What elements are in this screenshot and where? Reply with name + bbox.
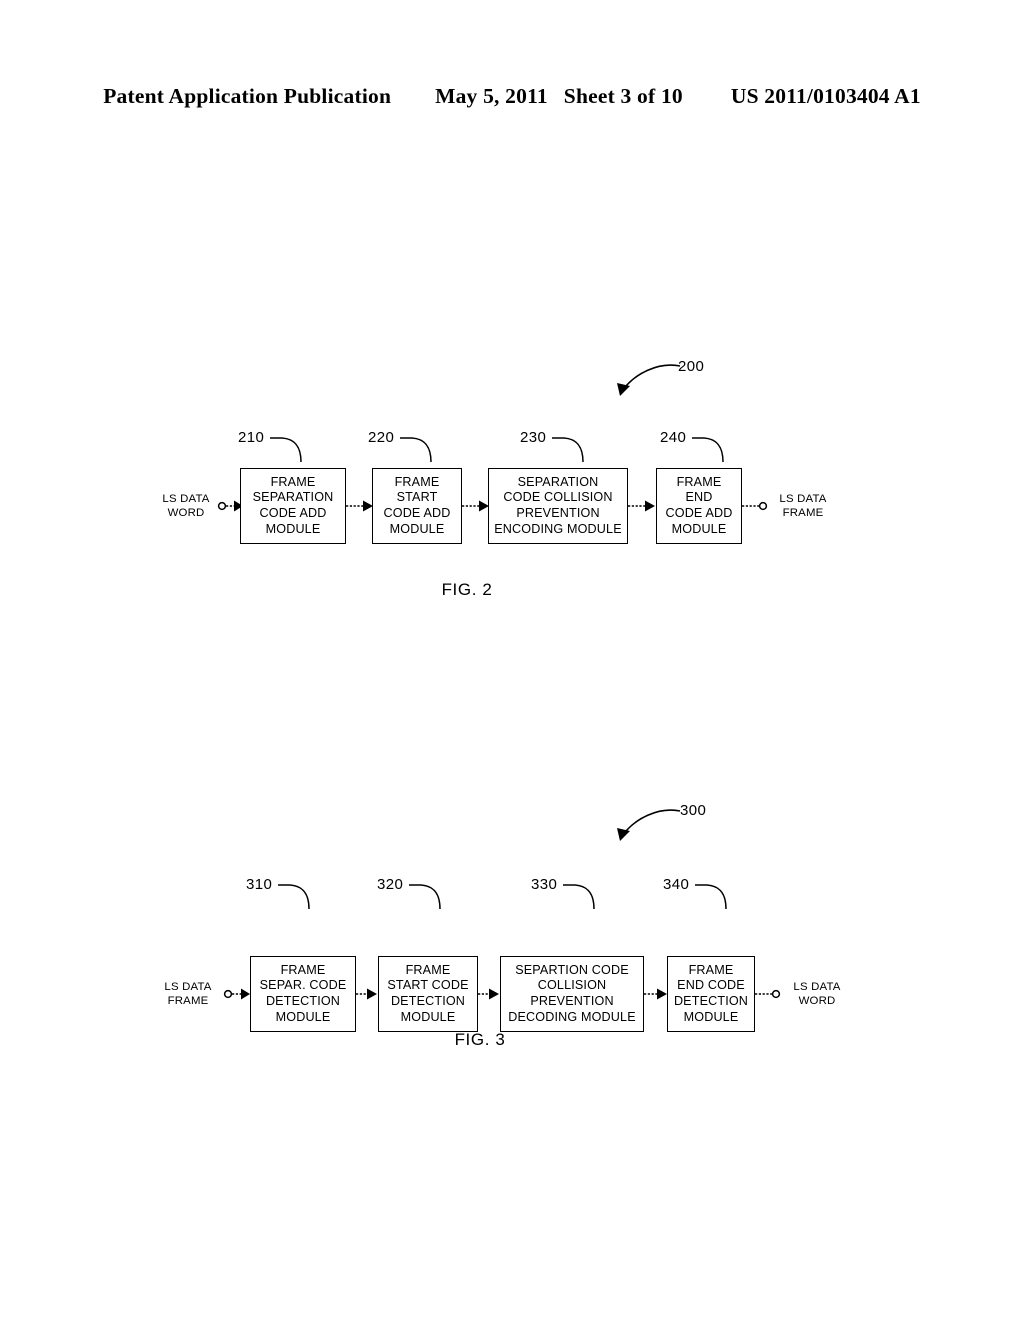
leader-line-310 xyxy=(278,884,310,910)
module-230-line-2: CODE COLLISION xyxy=(503,490,613,505)
leader-line-210 xyxy=(270,437,302,463)
module-230-line-1: SEPARATION xyxy=(517,474,599,489)
header-sheet-number: Sheet 3 of 10 xyxy=(563,84,683,108)
figure-3-arrow-310-to-320 xyxy=(356,988,377,1000)
module-340-line-4: MODULE xyxy=(683,1009,739,1024)
header-patent-number: US 2011/0103404 A1 xyxy=(730,84,921,108)
leader-line-330 xyxy=(563,884,595,910)
module-240-line-3: CODE ADD xyxy=(665,506,733,520)
figure-3-output-connector xyxy=(755,989,781,999)
module-330-line-3: PREVENTION xyxy=(530,994,614,1008)
module-220-line-4: MODULE xyxy=(389,521,445,536)
ref-number-310: 310 xyxy=(246,876,273,893)
ref-number-220: 220 xyxy=(368,429,395,446)
figure-3-caption: FIG. 3 xyxy=(454,1030,506,1049)
module-230-line-3: PREVENTION xyxy=(516,506,600,520)
figure-2-input-label-line-2: WORD xyxy=(167,507,205,519)
figure-3-arrow-330-to-340 xyxy=(644,988,667,1000)
module-210-line-1: FRAME xyxy=(270,474,316,489)
module-240-line-1: FRAME xyxy=(676,474,722,489)
figure-2-output-port-label: LS DATA FRAME xyxy=(772,492,834,520)
figure-3-output-port-label: LS DATA WORD xyxy=(786,980,848,1008)
module-box-230[interactable]: SEPARATION CODE COLLISION PREVENTION ENC… xyxy=(488,468,628,544)
figure-3-output-label-line-1: LS DATA xyxy=(793,981,841,993)
leader-line-340 xyxy=(695,884,727,910)
figure-2-input-port-label: LS DATA WORD xyxy=(155,492,217,520)
figure-2-arrow-220-to-230 xyxy=(462,500,489,512)
figure-2-caption: FIG. 2 xyxy=(441,580,493,599)
module-320-line-1: FRAME xyxy=(405,962,451,977)
figure-3-input-label-line-2: FRAME xyxy=(167,995,209,1007)
module-330-line-1: SEPARTION CODE xyxy=(515,962,629,977)
figure-2-output-label-line-1: LS DATA xyxy=(779,493,827,505)
figure-2-output-connector xyxy=(742,501,768,511)
module-340-line-2: END CODE xyxy=(677,978,745,993)
figure-3-callout-number: 300 xyxy=(680,802,707,819)
module-210-line-4: MODULE xyxy=(265,521,321,536)
patent-header: Patent Application Publication May 5, 20… xyxy=(0,84,1024,114)
module-box-330[interactable]: SEPARTION CODE COLLISION PREVENTION DECO… xyxy=(500,956,644,1032)
figure-3-output-label-line-2: WORD xyxy=(798,995,836,1007)
module-340-line-3: DETECTION xyxy=(673,994,749,1008)
module-box-220[interactable]: FRAME START CODE ADD MODULE xyxy=(372,468,462,544)
figure-2-arrow-230-to-240 xyxy=(628,500,655,512)
module-310-line-2: SEPAR. CODE xyxy=(259,978,347,993)
leader-line-220 xyxy=(400,437,432,463)
module-310-line-1: FRAME xyxy=(280,962,326,977)
leader-line-230 xyxy=(552,437,584,463)
module-310-line-3: DETECTION xyxy=(265,994,341,1008)
module-box-340[interactable]: FRAME END CODE DETECTION MODULE xyxy=(667,956,755,1032)
module-230-line-4: ENCODING MODULE xyxy=(494,521,622,536)
figure-2-input-label-line-1: LS DATA xyxy=(162,493,210,505)
module-220-line-3: CODE ADD xyxy=(383,506,451,520)
figure-2-output-label-line-2: FRAME xyxy=(782,507,824,519)
figure-2-arrow-210-to-220 xyxy=(346,500,373,512)
module-210-line-3: CODE ADD xyxy=(259,506,327,520)
ref-number-320: 320 xyxy=(377,876,404,893)
figure-2-callout-arrow xyxy=(617,364,681,396)
module-240-line-2: END xyxy=(685,490,713,505)
module-320-line-2: START CODE xyxy=(387,978,469,993)
figure-3-input-connector xyxy=(223,988,250,1000)
figure-2-callout-number: 200 xyxy=(678,358,705,375)
module-340-line-1: FRAME xyxy=(688,962,734,977)
figure-3-callout-arrow xyxy=(617,809,681,841)
header-publication-date: May 5, 2011 xyxy=(435,84,548,108)
ref-number-340: 340 xyxy=(663,876,690,893)
module-220-line-2: START xyxy=(396,490,438,505)
leader-line-320 xyxy=(409,884,441,910)
module-330-line-2: COLLISION xyxy=(537,978,607,993)
module-330-line-4: DECODING MODULE xyxy=(508,1009,636,1024)
leader-line-240 xyxy=(692,437,724,463)
module-box-210[interactable]: FRAME SEPARATION CODE ADD MODULE xyxy=(240,468,346,544)
figure-3: 300 310 320 330 340 LS DATA FRAME FRAME … xyxy=(0,785,1024,1055)
ref-number-330: 330 xyxy=(531,876,558,893)
header-publication-title: Patent Application Publication xyxy=(103,84,392,108)
ref-number-210: 210 xyxy=(238,429,265,446)
figure-3-arrow-320-to-330 xyxy=(478,988,499,1000)
module-box-320[interactable]: FRAME START CODE DETECTION MODULE xyxy=(378,956,478,1032)
module-320-line-4: MODULE xyxy=(400,1009,456,1024)
module-box-310[interactable]: FRAME SEPAR. CODE DETECTION MODULE xyxy=(250,956,356,1032)
module-210-line-2: SEPARATION xyxy=(252,490,334,505)
module-320-line-3: DETECTION xyxy=(390,994,466,1008)
ref-number-230: 230 xyxy=(520,429,547,446)
figure-3-input-label-line-1: LS DATA xyxy=(164,981,212,993)
figure-2: 200 210 220 230 240 LS DATA WORD FRAME S… xyxy=(0,340,1024,610)
module-240-line-4: MODULE xyxy=(671,521,727,536)
module-220-line-1: FRAME xyxy=(394,474,440,489)
ref-number-240: 240 xyxy=(660,429,687,446)
figure-3-input-port-label: LS DATA FRAME xyxy=(155,980,221,1008)
module-box-240[interactable]: FRAME END CODE ADD MODULE xyxy=(656,468,742,544)
module-310-line-4: MODULE xyxy=(275,1009,331,1024)
